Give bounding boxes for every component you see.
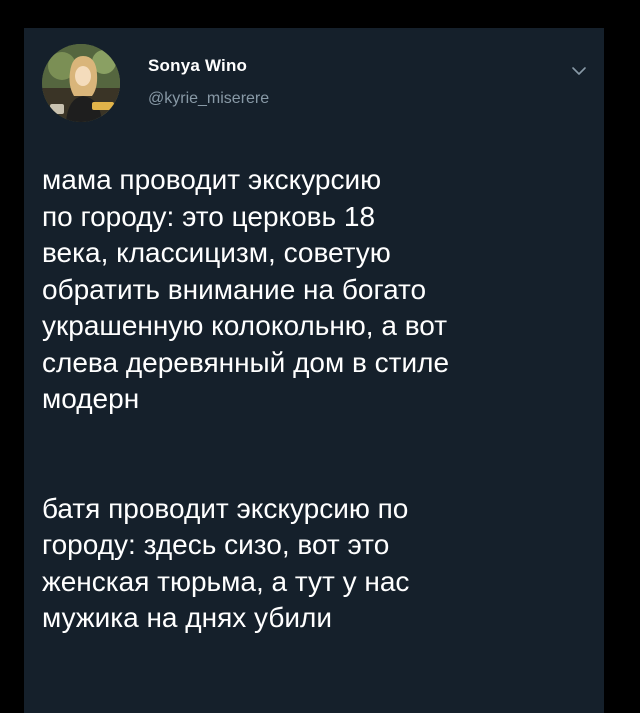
avatar[interactable] — [42, 44, 120, 122]
tweet-header: Sonya Wino @kyrie_miserere — [42, 44, 598, 124]
display-name[interactable]: Sonya Wino — [148, 56, 247, 76]
tweet-card: Sonya Wino @kyrie_miserere мама проводит… — [24, 28, 604, 713]
chevron-down-icon[interactable] — [570, 62, 588, 80]
user-handle[interactable]: @kyrie_miserere — [148, 90, 269, 108]
profile-photo-icon — [42, 44, 120, 122]
tweet-paragraph: мама проводит экскурсию по городу: это ц… — [42, 164, 450, 414]
tweet-paragraph: батя проводит экскурсию по городу: здесь… — [42, 492, 410, 634]
tweet-text: мама проводит экскурсию по городу: это ц… — [42, 162, 592, 637]
